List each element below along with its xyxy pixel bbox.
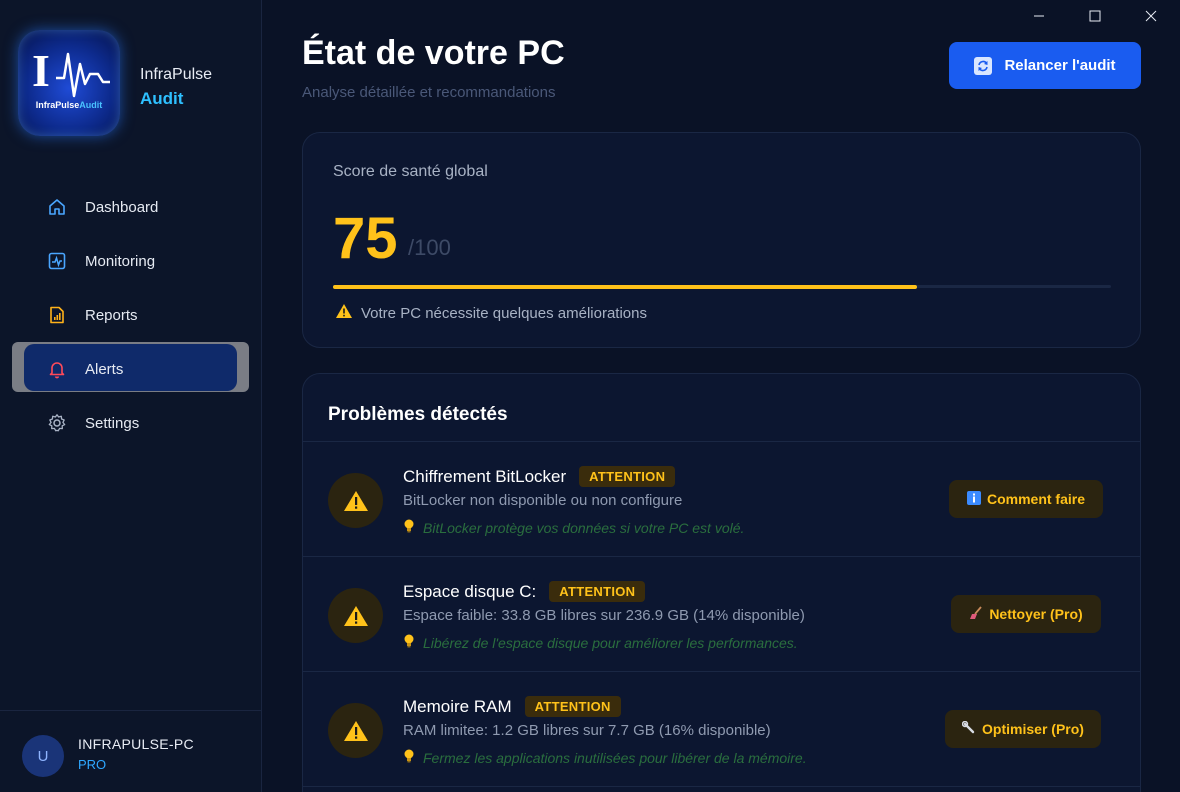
- issue-warning-badge: [328, 473, 383, 528]
- score-message-text: Votre PC nécessite quelques amélioration…: [361, 304, 647, 322]
- issue-description: RAM limitee: 1.2 GB libres sur 7.7 GB (1…: [403, 722, 771, 739]
- sidebar: I InfraPulseAudit InfraPulse Audit Dashb…: [0, 0, 262, 792]
- minimize-icon: [1034, 15, 1044, 17]
- sidebar-item-label: Dashboard: [85, 198, 159, 216]
- warning-icon: [343, 605, 368, 626]
- relaunch-audit-button[interactable]: Relancer l'audit: [949, 42, 1141, 89]
- sidebar-item-alerts[interactable]: Alerts: [24, 345, 237, 393]
- button-label: Comment faire: [986, 491, 1086, 507]
- minimize-button[interactable]: [1010, 0, 1068, 32]
- app-logo: I InfraPulseAudit: [18, 30, 120, 136]
- issue-row-disk: Espace disque C: ATTENTION Espace faible…: [303, 557, 1140, 672]
- sidebar-item-label: Settings: [85, 414, 140, 432]
- issue-title: Chiffrement BitLocker ATTENTION: [403, 466, 676, 487]
- sidebar-item-label: Reports: [85, 306, 138, 324]
- report-icon: [46, 304, 68, 326]
- info-icon: [966, 490, 981, 508]
- pc-name: INFRAPULSE-PC: [78, 736, 194, 752]
- lightbulb-icon: [403, 748, 415, 767]
- issue-title: Espace disque C: ATTENTION: [403, 581, 646, 602]
- issue-tip: BitLocker protège vos données si votre P…: [403, 518, 744, 537]
- relaunch-label: Relancer l'audit: [1004, 57, 1116, 74]
- issue-tip-text: Libérez de l'espace disque pour améliore…: [423, 634, 798, 651]
- sidebar-item-settings[interactable]: Settings: [24, 399, 237, 447]
- close-button[interactable]: [1122, 0, 1180, 32]
- issues-card: Problèmes détectés Chiffrement BitLocker…: [302, 373, 1141, 792]
- sidebar-item-dashboard[interactable]: Dashboard: [24, 183, 237, 231]
- sidebar-item-label: Alerts: [85, 360, 124, 378]
- maximize-icon: [1089, 10, 1101, 22]
- sidebar-item-reports[interactable]: Reports: [24, 291, 237, 339]
- issue-tip: Libérez de l'espace disque pour améliore…: [403, 633, 798, 652]
- issue-title-text: Chiffrement BitLocker: [403, 466, 567, 486]
- plan-badge: PRO: [78, 757, 107, 772]
- warning-icon: [343, 490, 368, 511]
- health-score-card: Score de santé global 75 /100 Votre PC n…: [302, 132, 1141, 348]
- issue-warning-badge: [328, 588, 383, 643]
- status-badge: ATTENTION: [524, 696, 621, 717]
- page-title: État de votre PC: [302, 34, 565, 72]
- monitoring-icon: [46, 250, 68, 272]
- warning-icon: [335, 303, 353, 323]
- home-icon: [46, 196, 68, 218]
- clean-pro-button[interactable]: Nettoyer (Pro): [951, 595, 1101, 633]
- issue-tip: Fermez les applications inutilisées pour…: [403, 748, 807, 767]
- issue-title-text: Memoire RAM: [403, 696, 512, 716]
- refresh-icon: [974, 56, 993, 75]
- optimize-pro-button[interactable]: Optimiser (Pro): [945, 710, 1101, 748]
- maximize-button[interactable]: [1066, 0, 1124, 32]
- status-badge: ATTENTION: [549, 581, 646, 602]
- score-value: 75: [333, 206, 398, 271]
- score-label: Score de santé global: [333, 163, 488, 180]
- broom-icon: [969, 605, 983, 623]
- issue-tip-text: BitLocker protège vos données si votre P…: [423, 519, 745, 536]
- issue-title-text: Espace disque C:: [403, 581, 537, 601]
- issue-row-bitlocker: Chiffrement BitLocker ATTENTION BitLocke…: [303, 442, 1140, 557]
- issue-row-ram: Memoire RAM ATTENTION RAM limitee: 1.2 G…: [303, 672, 1140, 787]
- score-max: /100: [408, 235, 451, 260]
- score-progress-fill: [333, 284, 917, 289]
- issue-title: Memoire RAM ATTENTION: [403, 696, 621, 717]
- issue-description: BitLocker non disponible ou non configur…: [403, 492, 683, 509]
- pulse-logo-icon: I: [32, 45, 110, 98]
- sidebar-item-monitoring[interactable]: Monitoring: [24, 237, 237, 285]
- score-message: Votre PC nécessite quelques amélioration…: [335, 303, 647, 323]
- issue-description: Espace faible: 33.8 GB libres sur 236.9 …: [403, 607, 805, 624]
- lightbulb-icon: [403, 633, 415, 652]
- page-subtitle: Analyse détaillée et recommandations: [302, 84, 556, 101]
- status-badge: ATTENTION: [579, 466, 676, 487]
- button-label: Nettoyer (Pro): [989, 606, 1083, 622]
- warning-icon: [343, 720, 368, 741]
- user-panel[interactable]: U INFRAPULSE-PC PRO: [0, 710, 262, 792]
- issues-title: Problèmes détectés: [328, 404, 508, 425]
- button-label: Optimiser (Pro): [982, 721, 1084, 737]
- svg-text:I: I: [32, 45, 50, 96]
- brand-name: InfraPulse: [140, 66, 213, 83]
- avatar: U: [22, 735, 64, 777]
- logo-caption: InfraPulseAudit: [35, 100, 103, 110]
- gear-icon: [46, 412, 68, 434]
- how-to-button[interactable]: Comment faire: [949, 480, 1103, 518]
- sidebar-item-label: Monitoring: [85, 252, 156, 270]
- issue-tip-text: Fermez les applications inutilisées pour…: [423, 749, 807, 766]
- lightbulb-icon: [403, 518, 415, 537]
- close-icon: [1145, 10, 1157, 22]
- bell-icon: [46, 358, 68, 380]
- wrench-icon: [961, 720, 976, 738]
- issue-warning-badge: [328, 703, 383, 758]
- brand-product: Audit: [140, 89, 184, 108]
- score-progress-bar: [333, 284, 1111, 289]
